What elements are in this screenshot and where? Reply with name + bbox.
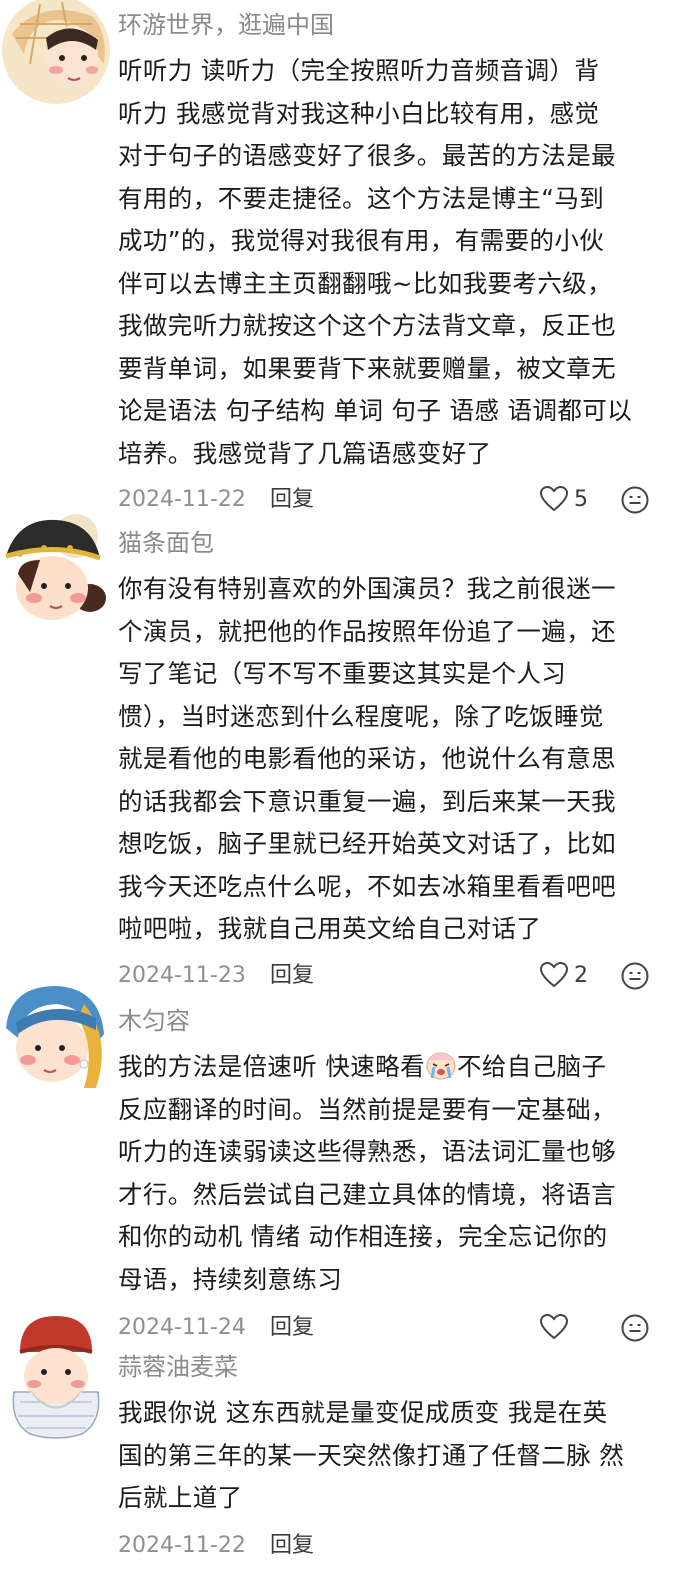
- comment-line: 想吃饭，脑子里就已经开始英文对话了，比如: [118, 829, 616, 858]
- like-button[interactable]: [539, 961, 569, 990]
- smiley-face-icon: [621, 1314, 649, 1342]
- comment-text: 你有没有特别喜欢的外国演员？我之前很迷一 个演员，就把他的作品按照年份追了一遍，…: [118, 568, 663, 951]
- comment-text: 听听力 读听力（完全按照听力音频音调）背 听力 我感觉背对我这种小白比较有用，感…: [118, 50, 663, 475]
- user-avatar[interactable]: [0, 0, 112, 106]
- emoji-reaction-button[interactable]: [621, 1314, 649, 1346]
- comment-line: 有用的，不要走捷径。这个方法是博主“马到: [118, 183, 605, 213]
- comment-line: 啦吧啦，我就自己用英文给自己对话了: [118, 914, 542, 943]
- reply-button[interactable]: 回复: [270, 1310, 314, 1346]
- comment-text: 我的方法是倍速听 快速略看 不给自己脑子 反应翻译的时间。当然前提是要有一定基础…: [118, 1046, 663, 1301]
- reply-button[interactable]: 回复: [270, 482, 314, 518]
- comment-line: 听力 我感觉背对我这种小白比较有用，感觉: [118, 98, 600, 128]
- user-avatar[interactable]: [0, 512, 112, 624]
- comment-line: 听听力 读听力（完全按照听力音频音调）背: [118, 56, 600, 85]
- comment-meta: 2024-11-22 回复 5: [118, 482, 658, 518]
- comment-text: 我跟你说 这东西就是量变促成质变 我是在英 国的第三年的某一天突然像打通了任督二…: [118, 1392, 663, 1520]
- emoji-reaction-button[interactable]: [621, 962, 649, 994]
- crying-face-emoji: [426, 1052, 456, 1080]
- comment-meta: 2024-11-24 回复: [118, 1310, 658, 1346]
- reply-button[interactable]: 回复: [270, 958, 314, 994]
- comment-meta: 2024-11-22 回复: [118, 1528, 658, 1564]
- comment-line: 我的方法是倍速听 快速略看 不给自己脑子: [118, 1046, 663, 1089]
- like-count: 5: [574, 487, 588, 512]
- comment-line: 我跟你说 这东西就是量变促成质变 我是在英: [118, 1398, 608, 1427]
- username[interactable]: 木匀容: [118, 1006, 190, 1036]
- user-avatar[interactable]: [0, 978, 112, 1090]
- comment-line: 培养。我感觉背了几篇语感变好了: [118, 438, 492, 468]
- comment-text-segment: 不给自己脑子: [457, 1052, 607, 1081]
- comment-line: 母语，持续刻意练习: [118, 1264, 343, 1294]
- comment-line: 论是语法 句子结构 单词 句子 语感 语调都可以: [118, 396, 633, 425]
- comment-line: 对于句子的语感变好了很多。最苦的方法是最: [118, 141, 616, 170]
- comment-line: 的话我都会下意识重复一遍，到后来某一天我: [118, 786, 616, 816]
- heart-outline-icon: [539, 1313, 569, 1340]
- heart-outline-icon: [539, 485, 569, 512]
- comment-meta: 2024-11-23 回复 2: [118, 958, 658, 994]
- username[interactable]: 环游世界，逛遍中国: [118, 10, 334, 40]
- comment-line: 国的第三年的某一天突然像打通了任督二脉 然: [118, 1440, 625, 1470]
- comment-line: 写了笔记（写不写不重要这其实是个人习: [118, 659, 567, 688]
- comment-line: 你有没有特别喜欢的外国演员？我之前很迷一: [118, 574, 616, 603]
- comment-line: 听力的连读弱读这些得熟悉，语法词汇量也够: [118, 1137, 616, 1166]
- comment-line: 成功”的，我觉得对我很有用，有需要的小伙: [118, 226, 605, 255]
- username[interactable]: 蒜蓉油麦菜: [118, 1352, 238, 1382]
- comment-line: 我今天还吃点什么呢，不如去冰箱里看看吧吧: [118, 871, 616, 901]
- emoji-reaction-button[interactable]: [621, 486, 649, 518]
- comment-date: 2024-11-24: [118, 1315, 246, 1340]
- like-button[interactable]: [539, 485, 569, 514]
- comment-line: 和你的动机 情绪 动作相连接，完全忘记你的: [118, 1222, 608, 1251]
- username[interactable]: 猫条面包: [118, 528, 214, 558]
- comment-date: 2024-11-23: [118, 963, 246, 988]
- like-count: 2: [574, 963, 588, 988]
- comment-line: 后就上道了: [118, 1483, 243, 1512]
- comment-text-segment: 我的方法是倍速听 快速略看: [118, 1052, 425, 1081]
- comment-line: 才行。然后尝试自己建立具体的情境，将语言: [118, 1179, 616, 1209]
- comment-line: 反应翻译的时间。当然前提是要有一定基础，: [118, 1094, 616, 1124]
- comment-line: 伴可以去博主主页翻翻哦~比如我要考六级，: [118, 268, 613, 298]
- comment-date: 2024-11-22: [118, 1533, 246, 1558]
- like-button[interactable]: [539, 1313, 569, 1342]
- comment-date: 2024-11-22: [118, 487, 246, 512]
- comment-line: 惯），当时迷恋到什么程度呢，除了吃饭睡觉: [118, 701, 604, 731]
- heart-outline-icon: [539, 961, 569, 988]
- reply-button[interactable]: 回复: [270, 1528, 314, 1564]
- smiley-face-icon: [621, 486, 649, 514]
- comment-line: 要背单词，如果要背下来就要赠量，被文章无: [118, 353, 616, 383]
- smiley-face-icon: [621, 962, 649, 990]
- comment-line: 我做完听力就按这个这个方法背文章，反正也: [118, 311, 616, 340]
- user-avatar[interactable]: [0, 1312, 112, 1439]
- comment-line: 个演员，就把他的作品按照年份追了一遍，还: [118, 616, 616, 646]
- comment-line: 就是看他的电影看他的采访，他说什么有意思: [118, 744, 616, 773]
